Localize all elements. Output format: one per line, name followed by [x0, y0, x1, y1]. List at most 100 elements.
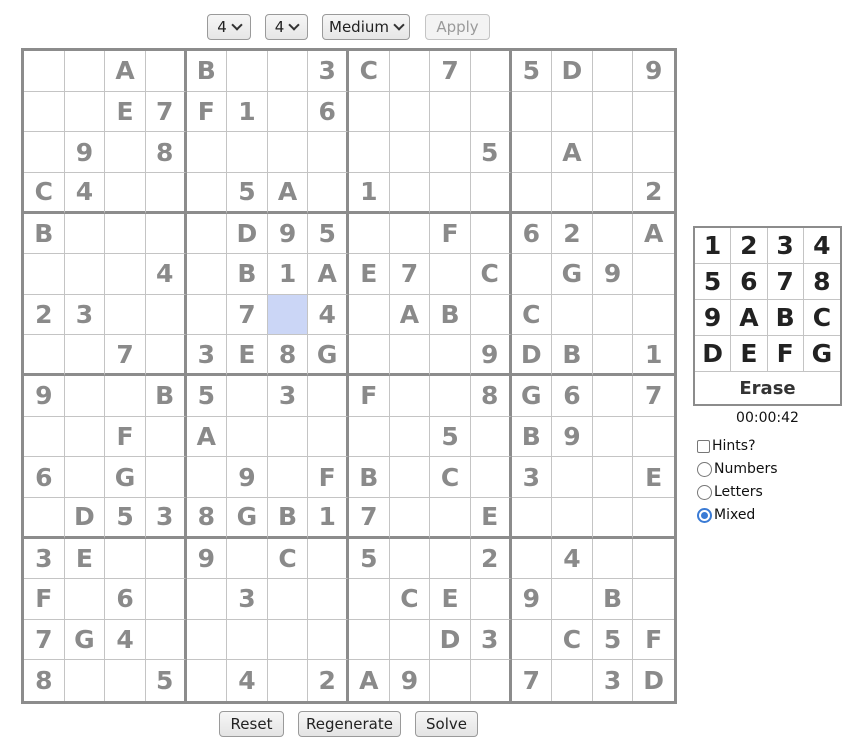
board-cell[interactable] — [633, 295, 674, 336]
board-cell[interactable] — [186, 254, 228, 295]
board-cell[interactable] — [511, 254, 553, 295]
board-cell[interactable]: 3 — [186, 335, 228, 376]
apply-button[interactable]: Apply — [425, 14, 490, 40]
board-cell[interactable]: F — [24, 579, 65, 620]
board-cell[interactable]: C — [552, 619, 593, 661]
board-cell[interactable] — [105, 660, 146, 701]
board-cell[interactable] — [145, 457, 187, 498]
board-cell[interactable]: F — [308, 457, 349, 498]
board-cell[interactable]: F — [186, 91, 228, 133]
board-cell[interactable]: 7 — [512, 660, 553, 701]
board-cell[interactable]: B — [24, 213, 65, 255]
board-cell[interactable] — [145, 294, 187, 336]
board-cell[interactable] — [145, 172, 187, 214]
board-cell[interactable]: 5 — [227, 172, 268, 214]
board-cell[interactable] — [227, 538, 268, 580]
board-cell[interactable] — [227, 416, 268, 458]
board-cell[interactable]: 3 — [24, 538, 65, 580]
board-cell[interactable]: 3 — [227, 579, 268, 620]
board-cell[interactable] — [470, 91, 512, 133]
board-cell[interactable] — [24, 335, 65, 376]
board-cell[interactable]: 6 — [511, 213, 553, 255]
board-cell[interactable]: 4 — [308, 294, 349, 336]
board-cell[interactable] — [592, 294, 634, 336]
board-cell[interactable]: 5 — [105, 497, 146, 539]
board-cell[interactable]: 9 — [511, 579, 553, 620]
board-cell[interactable] — [633, 132, 674, 173]
mode-option-mixed[interactable]: Mixed — [697, 506, 755, 524]
board-cell[interactable]: A — [552, 132, 593, 173]
board-cell[interactable] — [511, 91, 553, 133]
board-cell[interactable] — [267, 51, 309, 92]
board-cell[interactable] — [389, 497, 431, 539]
board-cell[interactable] — [227, 132, 268, 173]
board-cell[interactable]: 9 — [24, 376, 65, 417]
board-cell[interactable] — [349, 335, 390, 376]
board-cell[interactable]: E — [64, 538, 106, 580]
board-cell[interactable]: E — [105, 91, 146, 133]
board-cell[interactable] — [389, 172, 431, 214]
letters-radio[interactable] — [697, 484, 712, 500]
board-cell[interactable] — [389, 91, 431, 133]
board-cell[interactable] — [105, 376, 146, 417]
keypad-key[interactable]: D — [695, 336, 732, 372]
board-cell[interactable]: 3 — [64, 294, 106, 336]
board-cell[interactable] — [471, 660, 512, 701]
board-cell[interactable] — [552, 91, 593, 133]
board-cell[interactable]: D — [552, 51, 593, 92]
board-cell[interactable]: 9 — [227, 457, 268, 498]
hints-checkbox[interactable] — [697, 439, 710, 453]
mode-option-numbers[interactable]: Numbers — [697, 460, 778, 478]
board-cell[interactable] — [430, 335, 471, 376]
board-cell[interactable]: 9 — [267, 213, 309, 255]
board-cell[interactable]: G — [105, 457, 146, 498]
board-cell[interactable] — [267, 619, 309, 661]
board-cell[interactable] — [592, 172, 634, 214]
board-cell[interactable] — [145, 579, 187, 620]
board-cell[interactable]: 5 — [186, 376, 228, 417]
board-cell[interactable]: F — [430, 213, 471, 255]
board-cell[interactable]: 1 — [633, 335, 674, 376]
board-cell[interactable] — [592, 538, 634, 580]
board-cell[interactable]: 5 — [349, 538, 390, 580]
board-cell[interactable]: B — [592, 579, 634, 620]
board-cell[interactable] — [105, 132, 146, 173]
keypad-key[interactable]: C — [803, 300, 840, 336]
board-cell[interactable]: 5 — [592, 619, 634, 661]
regenerate-button[interactable]: Regenerate — [298, 711, 401, 737]
board-cell[interactable] — [633, 92, 674, 133]
board-cell[interactable] — [227, 619, 268, 661]
board-cell[interactable] — [105, 538, 146, 580]
board-cell[interactable] — [64, 457, 106, 498]
board-cell[interactable]: D — [511, 335, 553, 376]
board-cell[interactable] — [308, 132, 349, 173]
board-cell[interactable]: 6 — [24, 457, 65, 498]
board-cell[interactable]: 3 — [145, 497, 187, 539]
board-cell[interactable] — [349, 416, 390, 458]
board-cell[interactable] — [389, 416, 431, 458]
board-cell[interactable] — [633, 254, 674, 295]
board-cell[interactable]: 3 — [470, 619, 512, 661]
board-cell[interactable] — [511, 619, 553, 661]
keypad-key[interactable]: E — [731, 336, 768, 372]
board-cell[interactable]: 8 — [470, 376, 512, 417]
board-cell[interactable] — [145, 619, 187, 661]
board-cell[interactable]: 3 — [593, 660, 634, 701]
board-cell[interactable] — [389, 376, 431, 417]
board-cell[interactable] — [24, 416, 65, 458]
board-cell[interactable]: C — [24, 172, 65, 214]
board-cell[interactable]: 4 — [64, 172, 106, 214]
board-cell[interactable] — [592, 416, 634, 458]
board-cell[interactable]: C — [267, 538, 309, 580]
board-cell[interactable] — [349, 213, 390, 255]
board-cell[interactable] — [592, 335, 634, 376]
keypad-key[interactable]: F — [767, 336, 804, 372]
board-cell[interactable]: A — [389, 294, 431, 336]
board-cell[interactable]: B — [267, 497, 309, 539]
board-cell[interactable] — [349, 294, 390, 336]
board-cell[interactable]: B — [349, 457, 390, 498]
board-cell[interactable] — [430, 538, 471, 580]
board-cell[interactable]: E — [470, 497, 512, 539]
mixed-radio[interactable] — [697, 507, 712, 523]
board-cell[interactable]: C — [349, 51, 390, 92]
